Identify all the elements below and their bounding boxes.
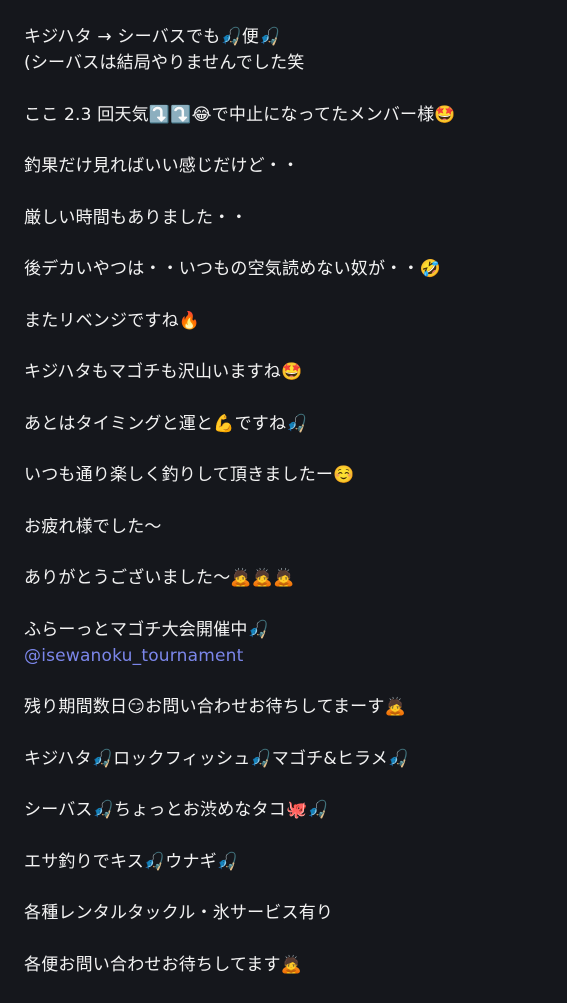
paragraph-revenge: またリベンジですね🔥 (24, 308, 551, 334)
text-line: シーバス🎣ちょっとお渋めなタコ🐙🎣 (24, 800, 329, 820)
paragraph-thanks-work: お疲れ様でした〜 (24, 514, 551, 540)
paragraph-timing: あとはタイミングと運と💪ですね🎣 (24, 411, 551, 437)
paragraph-rental: 各種レンタルタックル・氷サービス有り (24, 900, 551, 926)
paragraph-plenty: キジハタもマゴチも沢山いますね🤩 (24, 359, 551, 385)
text-line: ここ 2.3 回天気⤵️⤵️😂で中止になってたメンバー様🤩 (24, 104, 456, 125)
paragraph-catch-report: キジハタ → シーバスでも🎣便🎣 (シーバスは結局やりませんでした笑 (24, 24, 551, 76)
paragraph-results: 釣果だけ見ればいい感じだけど・・ (24, 153, 551, 179)
text-line: 厳しい時間もありました・・ (24, 207, 248, 228)
paragraph-thank-you: ありがとうございました〜🙇🙇🙇 (24, 565, 551, 591)
paragraph-big-one: 後デカいやつは・・いつもの空気読めない奴が・・🤣 (24, 256, 551, 282)
paragraph-inquiries: 各便お問い合わせお待ちしてます🙇 (24, 952, 551, 978)
text-line: いつも通り楽しく釣りして頂きましたー☺️ (24, 465, 355, 485)
text-line: ありがとうございました〜🙇🙇🙇 (24, 568, 295, 588)
paragraph-tough-times: 厳しい時間もありました・・ (24, 205, 551, 231)
paragraph-enjoyed: いつも通り楽しく釣りして頂きましたー☺️ (24, 462, 551, 488)
text-line: またリベンジですね🔥 (24, 310, 201, 331)
text-line: あとはタイミングと運と💪ですね🎣 (24, 413, 308, 434)
mention-link[interactable]: @isewanoku_tournament (24, 643, 551, 669)
paragraph-bait-fishing: エサ釣りでキス🎣ウナギ🎣 (24, 849, 551, 875)
text-line: キジハタ🎣ロックフィッシュ🎣マゴチ&ヒラメ🎣 (24, 748, 410, 769)
text-line: (シーバスは結局やりませんでした笑 (24, 53, 305, 73)
paragraph-seabass: シーバス🎣ちょっとお渋めなタコ🐙🎣 (24, 797, 551, 823)
text-line: キジハタ → シーバスでも🎣便🎣 (24, 27, 281, 47)
text-line: 各便お問い合わせお待ちしてます🙇 (24, 954, 303, 975)
paragraph-tournament: ふらーっとマゴチ大会開催中🎣 @isewanoku_tournament (24, 617, 551, 669)
text-line: 釣果だけ見ればいい感じだけど・・ (24, 156, 300, 176)
text-line: エサ釣りでキス🎣ウナギ🎣 (24, 851, 239, 872)
text-line: お疲れ様でした〜 (24, 516, 162, 537)
text-line: ふらーっとマゴチ大会開催中🎣 (24, 619, 269, 640)
post-body: キジハタ → シーバスでも🎣便🎣 (シーバスは結局やりませんでした笑 ここ 2.… (24, 24, 551, 1003)
paragraph-remaining-days: 残り期間数日😏お問い合わせお待ちしてまーす🙇 (24, 694, 551, 720)
text-line: 各種レンタルタックル・氷サービス有り (24, 903, 334, 923)
paragraph-targets: キジハタ🎣ロックフィッシュ🎣マゴチ&ヒラメ🎣 (24, 746, 551, 772)
text-line: キジハタもマゴチも沢山いますね🤩 (24, 362, 303, 382)
text-line: 後デカいやつは・・いつもの空気読めない奴が・・🤣 (24, 259, 441, 279)
text-line: 残り期間数日😏お問い合わせお待ちしてまーす🙇 (24, 697, 406, 717)
paragraph-weather: ここ 2.3 回天気⤵️⤵️😂で中止になってたメンバー様🤩 (24, 102, 551, 128)
